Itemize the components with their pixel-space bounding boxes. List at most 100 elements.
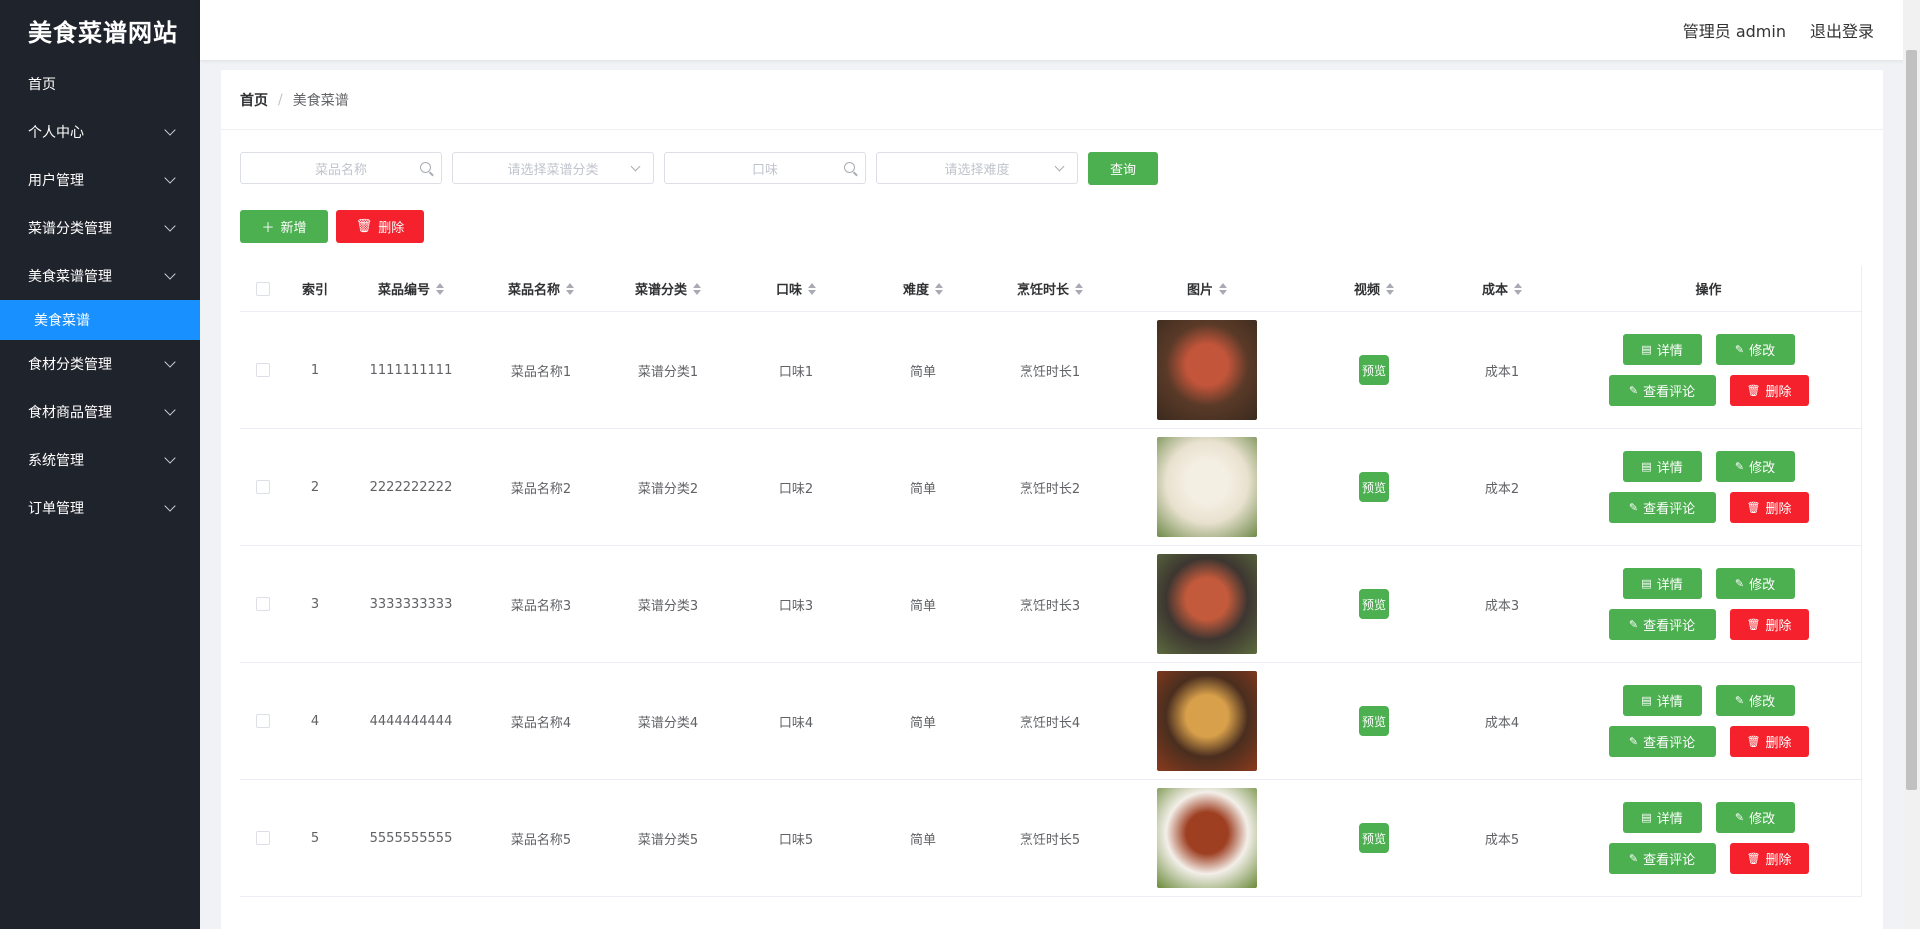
sort-icon[interactable]: [1514, 282, 1522, 295]
dish-image[interactable]: [1157, 554, 1257, 654]
row-checkbox[interactable]: [256, 597, 270, 611]
dish-name-cell: 菜品名称1: [510, 364, 572, 380]
difficulty-select[interactable]: 请选择难度: [876, 152, 1078, 184]
view-comments-button[interactable]: ✎ 查看评论: [1608, 726, 1716, 757]
index-cell: 2: [310, 479, 320, 495]
column-header[interactable]: 难度: [860, 266, 986, 311]
sidebar-item-3[interactable]: 菜谱分类管理: [0, 204, 200, 252]
detail-button[interactable]: ▤ 详情: [1622, 451, 1702, 482]
table-row: 2 2222222222 菜品名称2 菜谱分类2 口味2 简单 烹饪时长2 预览 成本2 ▤ 详情 ✎…: [240, 429, 1861, 546]
column-header[interactable]: 图片: [1114, 266, 1300, 311]
pencil-icon: ✎: [1628, 735, 1639, 748]
row-checkbox-cell: [240, 312, 286, 428]
sidebar-item-9[interactable]: 订单管理: [0, 484, 200, 532]
column-header[interactable]: 口味: [732, 266, 860, 311]
name-search-input[interactable]: 菜品名称: [240, 152, 442, 184]
edit-button-label: 修改: [1749, 344, 1776, 359]
column-header[interactable]: 成本: [1448, 266, 1556, 311]
sidebar-item-1[interactable]: 个人中心: [0, 108, 200, 156]
column-header[interactable]: 烹饪时长: [986, 266, 1114, 311]
delete-row-button[interactable]: 🗑 删除: [1729, 843, 1809, 874]
dish-image[interactable]: [1157, 788, 1257, 888]
operations-cell: ▤ 详情 ✎ 修改 ✎ 查看评论 🗑 删除: [1556, 780, 1861, 896]
sidebar-item-8[interactable]: 系统管理: [0, 436, 200, 484]
category-placeholder: 请选择菜谱分类: [507, 162, 599, 178]
row-checkbox[interactable]: [256, 714, 270, 728]
video-preview-button[interactable]: 预览: [1359, 706, 1389, 736]
row-checkbox-cell: [240, 780, 286, 896]
delete-row-button[interactable]: 🗑 删除: [1729, 492, 1809, 523]
sidebar-item-7[interactable]: 食材商品管理: [0, 388, 200, 436]
sidebar-item-0[interactable]: 首页: [0, 60, 200, 108]
sort-icon[interactable]: [1219, 282, 1227, 295]
dish-image[interactable]: [1157, 320, 1257, 420]
detail-button[interactable]: ▤ 详情: [1622, 802, 1702, 833]
detail-button[interactable]: ▤ 详情: [1622, 334, 1702, 365]
scrollbar-thumb[interactable]: [1906, 50, 1917, 790]
breadcrumb-separator: /: [278, 91, 283, 108]
column-header[interactable]: 视频: [1300, 266, 1448, 311]
index-cell: 1: [310, 362, 320, 378]
batch-delete-button[interactable]: 🗑 删除: [336, 210, 424, 243]
chevron-down-icon: [164, 220, 176, 232]
sort-icon[interactable]: [1075, 282, 1083, 295]
taste-search-input[interactable]: 口味: [664, 152, 866, 184]
sidebar-item-4[interactable]: 美食菜谱管理: [0, 252, 200, 300]
document-icon: ▤: [1641, 343, 1652, 356]
column-header[interactable]: 菜谱分类: [604, 266, 732, 311]
video-preview-button[interactable]: 预览: [1359, 355, 1389, 385]
dish-image[interactable]: [1157, 437, 1257, 537]
sort-icon[interactable]: [808, 282, 816, 295]
logout-link[interactable]: 退出登录: [1810, 18, 1874, 42]
difficulty-cell: 简单: [909, 715, 936, 731]
edit-button[interactable]: ✎ 修改: [1715, 802, 1795, 833]
sort-icon[interactable]: [693, 282, 701, 295]
sidebar-item-2[interactable]: 用户管理: [0, 156, 200, 204]
sort-icon[interactable]: [935, 282, 943, 295]
category-select[interactable]: 请选择菜谱分类: [452, 152, 654, 184]
query-button[interactable]: 查询: [1088, 152, 1158, 185]
dish-no-cell: 5555555555: [369, 830, 453, 846]
document-icon: ▤: [1641, 694, 1652, 707]
select-all-checkbox[interactable]: [256, 281, 270, 296]
video-preview-button[interactable]: 预览: [1359, 823, 1389, 853]
view-comments-button[interactable]: ✎ 查看评论: [1608, 609, 1716, 640]
sidebar-item-5[interactable]: 美食菜谱: [0, 300, 200, 340]
sidebar-item-6[interactable]: 食材分类管理: [0, 340, 200, 388]
sort-icon[interactable]: [566, 282, 574, 295]
column-header[interactable]: 菜品编号: [344, 266, 478, 311]
delete-row-button[interactable]: 🗑 删除: [1729, 375, 1809, 406]
video-preview-button[interactable]: 预览: [1359, 589, 1389, 619]
video-preview-button[interactable]: 预览: [1359, 472, 1389, 502]
edit-button[interactable]: ✎ 修改: [1715, 451, 1795, 482]
row-checkbox[interactable]: [256, 480, 270, 494]
edit-button[interactable]: ✎ 修改: [1715, 334, 1795, 365]
dish-no-cell: 1111111111: [369, 362, 453, 378]
breadcrumb-home[interactable]: 首页: [240, 90, 268, 110]
delete-row-button[interactable]: 🗑 删除: [1729, 726, 1809, 757]
edit-button[interactable]: ✎ 修改: [1715, 685, 1795, 716]
detail-button[interactable]: ▤ 详情: [1622, 568, 1702, 599]
edit-button[interactable]: ✎ 修改: [1715, 568, 1795, 599]
page-scrollbar[interactable]: [1903, 0, 1920, 929]
view-comments-button[interactable]: ✎ 查看评论: [1608, 492, 1716, 523]
column-header[interactable]: 菜品名称: [478, 266, 604, 311]
document-icon: ▤: [1641, 577, 1652, 590]
operations-cell: ▤ 详情 ✎ 修改 ✎ 查看评论 🗑 删除: [1556, 312, 1861, 428]
cost-cell: 成本4: [1484, 715, 1520, 731]
detail-button-label: 详情: [1656, 812, 1683, 827]
delete-row-button-label: 删除: [1765, 502, 1792, 517]
add-button[interactable]: ＋ 新增: [240, 210, 328, 243]
index-cell: 4: [310, 713, 320, 729]
row-checkbox[interactable]: [256, 831, 270, 845]
dish-image[interactable]: [1157, 671, 1257, 771]
sort-icon[interactable]: [1386, 282, 1394, 295]
delete-row-button[interactable]: 🗑 删除: [1729, 609, 1809, 640]
view-comments-button[interactable]: ✎ 查看评论: [1608, 843, 1716, 874]
row-checkbox[interactable]: [256, 363, 270, 377]
sort-icon[interactable]: [436, 282, 444, 295]
chevron-down-icon: [1054, 161, 1065, 172]
view-comments-button[interactable]: ✎ 查看评论: [1608, 375, 1716, 406]
pencil-icon: ✎: [1734, 343, 1745, 356]
detail-button[interactable]: ▤ 详情: [1622, 685, 1702, 716]
